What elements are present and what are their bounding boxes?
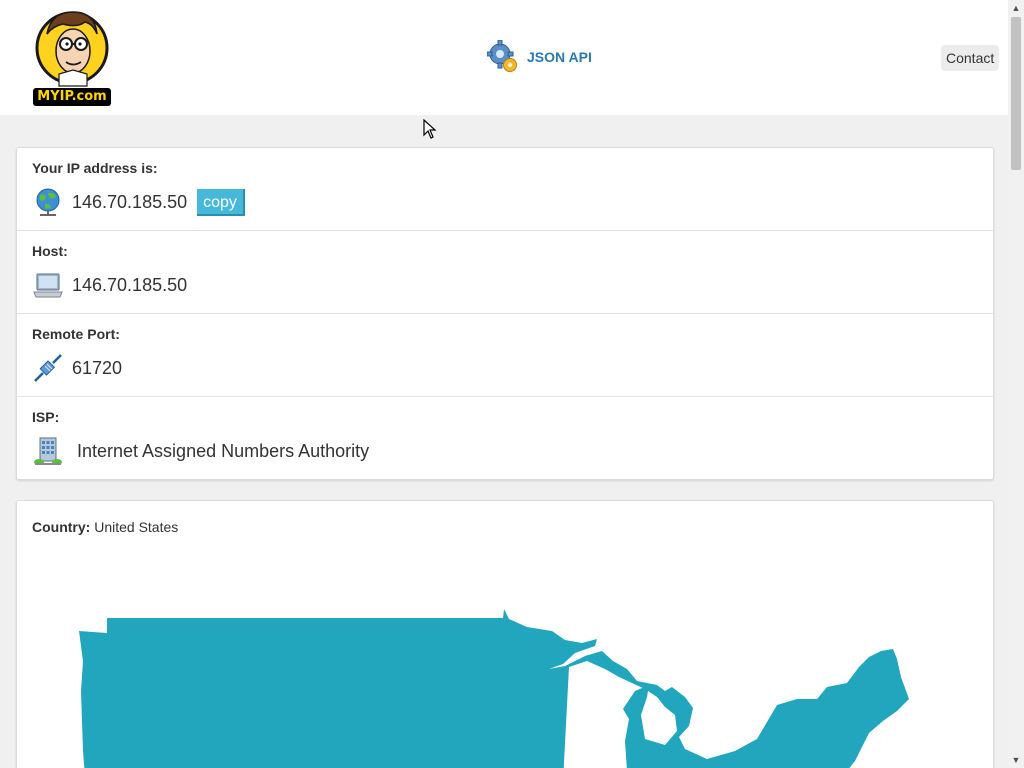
page: MYIP.com JSON API Contact Your IP addres: [0, 0, 1008, 768]
cartoon-face-logo-icon: [35, 11, 109, 87]
country-label: Country:: [32, 519, 91, 535]
laptop-icon: [33, 273, 63, 298]
ip-address-title: Your IP address is:: [32, 160, 158, 176]
host-title: Host:: [32, 243, 68, 259]
network-cable-icon: [34, 354, 62, 382]
isp-title: ISP:: [32, 409, 60, 425]
host-value: 146.70.185.50: [72, 275, 188, 295]
site-header: MYIP.com JSON API Contact: [0, 0, 1008, 115]
us-map: [79, 609, 909, 768]
site-logo[interactable]: MYIP.com: [33, 6, 111, 106]
json-api-link[interactable]: JSON API: [487, 40, 592, 74]
copy-ip-button[interactable]: copy: [197, 189, 245, 216]
ip-info-card: Your IP address is: 146.70.185.50 copy H…: [16, 147, 994, 480]
remote-port-title: Remote Port:: [32, 326, 120, 342]
remote-port-row: Remote Port: 61720: [17, 314, 993, 397]
building-icon: [34, 437, 62, 465]
logo-wordmark: MYIP.com: [33, 88, 111, 106]
us-map-shape: [79, 609, 909, 768]
ip-address-value: 146.70.185.50: [72, 192, 188, 212]
host-row: Host: 146.70.185.50: [17, 231, 993, 314]
gear-icon: [487, 40, 517, 72]
mouse-cursor-icon: [423, 119, 437, 139]
contact-button[interactable]: Contact: [941, 45, 1000, 71]
json-api-label: JSON API: [527, 49, 592, 65]
remote-port-value: 61720: [72, 358, 123, 378]
country-line: Country: United States: [32, 519, 178, 535]
ip-address-row: Your IP address is: 146.70.185.50 copy: [17, 148, 993, 231]
vertical-scrollbar[interactable]: ▲ ▼: [1008, 0, 1024, 768]
scroll-up-arrow-icon[interactable]: ▲: [1008, 0, 1024, 16]
country-card: Country: United States: [16, 500, 994, 768]
isp-row: ISP: Internet Assigned Numbers Authority: [17, 397, 993, 479]
globe-icon: [36, 188, 60, 216]
country-value: United States: [94, 519, 179, 535]
scroll-down-arrow-icon[interactable]: ▼: [1008, 752, 1024, 768]
isp-value: Internet Assigned Numbers Authority: [77, 441, 370, 461]
scrollbar-thumb[interactable]: [1011, 17, 1021, 170]
